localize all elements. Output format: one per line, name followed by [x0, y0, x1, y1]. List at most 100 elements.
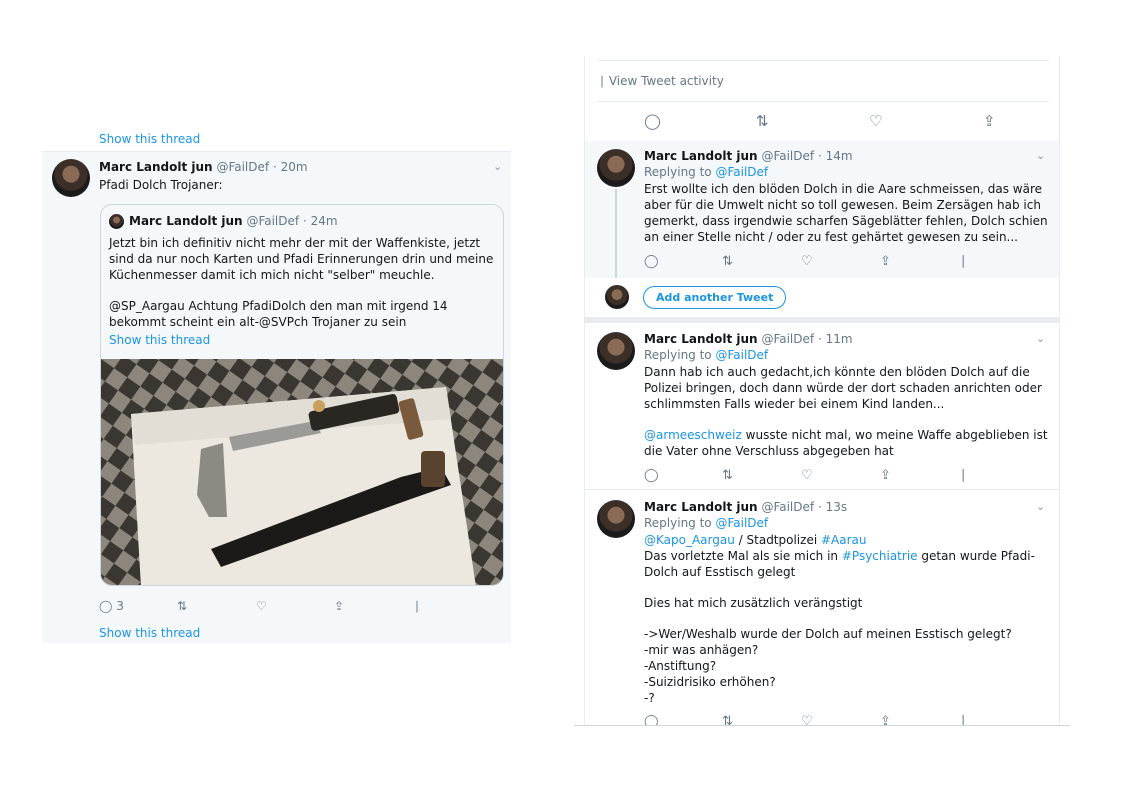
replying-to: Replying to @FailDef: [644, 165, 768, 179]
like-icon[interactable]: ♡: [256, 599, 267, 613]
author-handle[interactable]: @FailDef: [216, 160, 269, 174]
author-name[interactable]: Marc Landolt jun: [644, 149, 758, 163]
share-icon[interactable]: ⇪: [880, 254, 891, 269]
share-icon[interactable]: ⇪: [334, 599, 344, 613]
show-this-thread-link[interactable]: Show this thread: [99, 626, 200, 640]
reply-icon[interactable]: ◯: [644, 468, 659, 483]
mention-link[interactable]: @armeeschweiz: [644, 428, 742, 442]
tweet-text: Pfadi Dolch Trojaner:: [99, 178, 223, 192]
like-icon[interactable]: ♡: [801, 254, 813, 269]
add-tweet-row: Add another Tweet: [585, 278, 1059, 316]
tweet-paragraph: @SP_Aargau Achtung PfadiDolch den man mi…: [109, 299, 448, 329]
tweet-paragraph: ->Wer/Weshalb wurde der Dolch auf meinen…: [644, 627, 1012, 641]
tweet-paragraph: -mir was anhägen?: [644, 643, 759, 657]
reply-icon[interactable]: ◯: [644, 254, 659, 269]
view-activity-label: View Tweet activity: [608, 74, 724, 88]
quoted-tweet-header: Marc Landolt jun @FailDef · 24m: [129, 214, 338, 228]
tweet-time[interactable]: · 13s: [818, 500, 847, 514]
avatar: [109, 214, 124, 229]
chevron-down-icon[interactable]: ⌄: [1036, 332, 1045, 345]
author-handle[interactable]: @FailDef: [761, 149, 814, 163]
like-icon[interactable]: ♡: [869, 112, 882, 130]
tweet-thread-panel: ∣ View Tweet activity ◯ ⇅ ♡ ⇪ Marc Lando…: [584, 56, 1060, 726]
replying-to-handle[interactable]: @FailDef: [715, 165, 768, 179]
left-tweet-card[interactable]: Marc Landolt jun @FailDef · 20m ⌄ Pfadi …: [42, 151, 511, 643]
share-icon[interactable]: ⇪: [983, 112, 996, 130]
analytics-icon[interactable]: ∣: [960, 254, 967, 269]
replying-label: Replying to: [644, 516, 712, 530]
replying-to-handle[interactable]: @FailDef: [715, 348, 768, 362]
retweet-icon[interactable]: ⇅: [722, 254, 733, 269]
tweet-actions: ◯ 3 ⇅ ♡ ⇪ ∣: [99, 599, 459, 615]
chevron-down-icon[interactable]: ⌄: [493, 160, 502, 173]
quoted-tweet[interactable]: Marc Landolt jun @FailDef · 24m Jetzt bi…: [100, 204, 504, 586]
tweet-header: Marc Landolt jun @FailDef · 20m: [99, 160, 308, 174]
replying-label: Replying to: [644, 348, 712, 362]
avatar[interactable]: [597, 500, 635, 538]
show-this-thread-link[interactable]: Show this thread: [109, 333, 210, 347]
tweet-paragraph: Das vorletzte Mal als sie mich in #Psych…: [644, 549, 1035, 579]
tweet-header: Marc Landolt jun @FailDef · 11m: [644, 332, 853, 346]
retweet-icon[interactable]: ⇅: [722, 468, 733, 483]
thread-tweet[interactable]: Marc Landolt jun @FailDef · 14m ⌄ Replyi…: [585, 141, 1059, 278]
tweet-time[interactable]: · 14m: [818, 149, 853, 163]
reply-count: 3: [116, 599, 124, 613]
reply-icon: ◯: [99, 599, 113, 613]
thread-tweet[interactable]: Marc Landolt jun @FailDef · 13s ⌄ Replyi…: [585, 492, 1059, 726]
thread-tweet[interactable]: Marc Landolt jun @FailDef · 11m ⌄ Replyi…: [585, 324, 1059, 490]
view-tweet-activity-link[interactable]: ∣ View Tweet activity: [599, 74, 724, 88]
retweet-icon[interactable]: ⇅: [177, 599, 187, 613]
avatar: [605, 285, 629, 309]
tweet-paragraph: @armeeschweiz wusste nicht mal, wo meine…: [644, 428, 1048, 458]
author-name[interactable]: Marc Landolt jun: [644, 500, 758, 514]
tweet-time: · 24m: [302, 214, 338, 228]
tweet-text: @Kapo_Aargau / Stadtpolizei #Aarau Das v…: [644, 532, 1050, 706]
hashtag-link[interactable]: #Aarau: [821, 533, 867, 547]
tweet-actions: ◯ ⇅ ♡ ⇪ ∣: [644, 468, 984, 484]
author-handle[interactable]: @FailDef: [761, 332, 814, 346]
author-name[interactable]: Marc Landolt jun: [644, 332, 758, 346]
author-handle: @FailDef: [246, 214, 300, 228]
hashtag-link[interactable]: #Psychiatrie: [842, 549, 918, 563]
replying-to: Replying to @FailDef: [644, 348, 768, 362]
divider: [574, 725, 1070, 726]
tweet-paragraph: Erst wollte ich den blöden Dolch in die …: [644, 182, 1048, 244]
tweet-text: Erst wollte ich den blöden Dolch in die …: [644, 181, 1050, 245]
tweet-actions: ◯ ⇅ ♡ ⇪ ∣: [644, 254, 984, 270]
share-icon[interactable]: ⇪: [880, 468, 891, 483]
show-this-thread-link[interactable]: Show this thread: [99, 132, 200, 146]
like-icon[interactable]: ♡: [801, 468, 813, 483]
quoted-tweet-text: Jetzt bin ich definitiv nicht mehr der m…: [109, 235, 499, 330]
tweet-paragraph: Dann hab ich auch gedacht,ich könnte den…: [644, 365, 1042, 411]
avatar[interactable]: [597, 332, 635, 370]
tweet-time[interactable]: · 20m: [273, 160, 308, 174]
reply-button[interactable]: ◯ 3: [99, 599, 124, 613]
analytics-icon[interactable]: ∣: [414, 599, 420, 613]
reply-icon[interactable]: ◯: [644, 112, 661, 130]
chevron-down-icon[interactable]: ⌄: [1036, 149, 1045, 162]
tweet-paragraph: Jetzt bin ich definitiv nicht mehr der m…: [109, 236, 494, 282]
tweet-text: Dann hab ich auch gedacht,ich könnte den…: [644, 364, 1050, 459]
mention-link[interactable]: @Kapo_Aargau: [644, 533, 735, 547]
tweet-paragraph: Dies hat mich zusätzlich verängstigt: [644, 596, 863, 610]
dagger-photo[interactable]: [101, 359, 504, 586]
tweet-paragraph: @Kapo_Aargau / Stadtpolizei #Aarau: [644, 533, 867, 547]
avatar[interactable]: [597, 149, 635, 187]
author-name[interactable]: Marc Landolt jun: [99, 160, 213, 174]
analytics-icon: ∣: [599, 74, 605, 88]
author-name: Marc Landolt jun: [129, 214, 243, 228]
replying-to-handle[interactable]: @FailDef: [715, 516, 768, 530]
tweet-header: Marc Landolt jun @FailDef · 13s: [644, 500, 847, 514]
tweet-paragraph: -?: [644, 691, 655, 705]
divider: [585, 317, 1059, 323]
author-handle[interactable]: @FailDef: [761, 500, 814, 514]
replying-label: Replying to: [644, 165, 712, 179]
retweet-icon[interactable]: ⇅: [756, 112, 769, 130]
chevron-down-icon[interactable]: ⌄: [1036, 500, 1045, 513]
analytics-icon[interactable]: ∣: [960, 468, 967, 483]
add-another-tweet-button[interactable]: Add another Tweet: [643, 286, 787, 309]
avatar[interactable]: [52, 159, 90, 197]
tweet-time[interactable]: · 11m: [818, 332, 853, 346]
tweet-paragraph: -Anstiftung?: [644, 659, 717, 673]
tweet-header: Marc Landolt jun @FailDef · 14m: [644, 149, 853, 163]
